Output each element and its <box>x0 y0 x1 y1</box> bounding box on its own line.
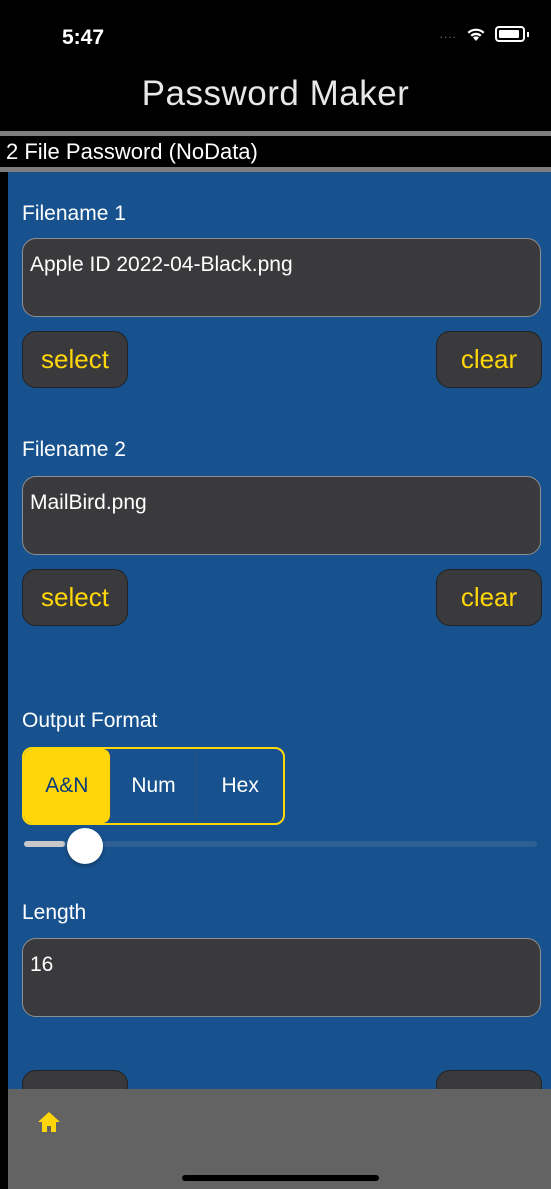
segment-hex[interactable]: Hex <box>197 749 283 823</box>
home-icon[interactable] <box>36 1109 62 1135</box>
output-format-control[interactable]: A&N Num Hex <box>22 747 285 825</box>
home-indicator <box>182 1175 379 1181</box>
length-slider-fill <box>24 841 65 847</box>
filename-1-label: Filename 1 <box>22 202 126 225</box>
status-time: 5:47 <box>62 26 105 49</box>
nav-title: Password Maker <box>141 74 410 113</box>
filename-1-field[interactable]: Apple ID 2022-04-Black.png <box>22 238 541 317</box>
left-edge <box>0 172 8 1189</box>
battery-icon <box>495 26 525 42</box>
main-content[interactable]: Filename 1 Apple ID 2022-04-Black.png se… <box>8 172 551 1089</box>
length-increment-button[interactable] <box>436 1070 542 1089</box>
length-label: Length <box>22 901 87 924</box>
clear-file-2-button[interactable]: clear <box>436 569 542 626</box>
clear-file-1-button[interactable]: clear <box>436 331 542 388</box>
subtitle-bar: 2 File Password (NoData) <box>0 136 551 167</box>
status-icons: .... <box>440 26 529 42</box>
signal-icon: .... <box>439 27 457 41</box>
wifi-icon <box>467 28 485 41</box>
output-format-label: Output Format <box>22 709 158 732</box>
battery-tip <box>527 31 529 37</box>
length-field[interactable]: 16 <box>22 938 541 1017</box>
select-file-2-button[interactable]: select <box>22 569 128 626</box>
tab-bar <box>8 1089 551 1189</box>
filename-2-field[interactable]: MailBird.png <box>22 476 541 555</box>
length-decrement-button[interactable] <box>22 1070 128 1089</box>
status-bar: 5:47 .... <box>0 0 551 70</box>
segment-alnum[interactable]: A&N <box>24 749 111 823</box>
select-file-1-button[interactable]: select <box>22 331 128 388</box>
length-slider-thumb[interactable] <box>67 828 103 864</box>
segment-num[interactable]: Num <box>111 749 198 823</box>
filename-2-label: Filename 2 <box>22 438 126 461</box>
